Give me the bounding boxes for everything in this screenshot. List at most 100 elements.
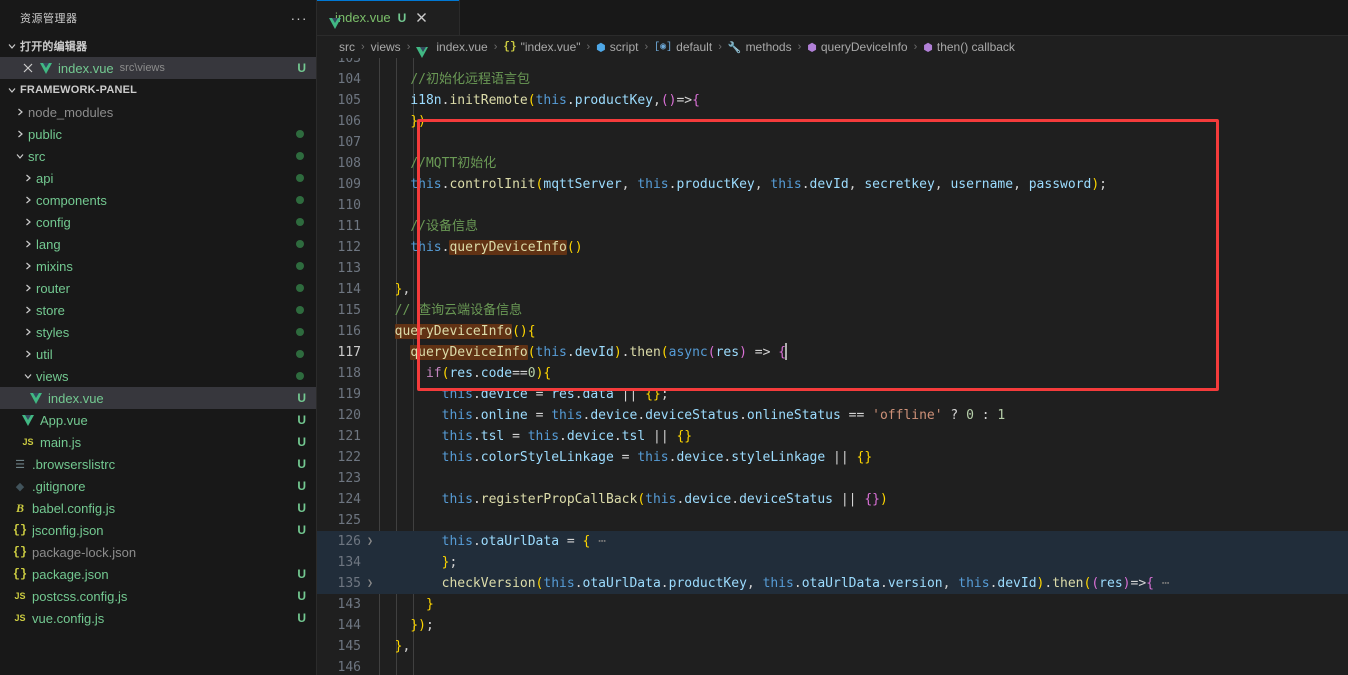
- code-line-116[interactable]: 116 queryDeviceInfo(){: [317, 321, 1348, 342]
- code-line-111[interactable]: 111 //设备信息: [317, 216, 1348, 237]
- code-line-122[interactable]: 122 this.colorStyleLinkage = this.device…: [317, 447, 1348, 468]
- tree-item-label: jsconfig.json: [32, 522, 104, 538]
- code-line-119[interactable]: 119 this.device = res.data || {};: [317, 384, 1348, 405]
- tree-item-vue-config-js[interactable]: JS vue.config.js U: [0, 607, 316, 629]
- code-line-104[interactable]: 104 //初始化远程语言包: [317, 69, 1348, 90]
- more-actions-icon[interactable]: ···: [288, 7, 310, 29]
- tree-item-store[interactable]: store: [0, 299, 316, 321]
- tree-item-public[interactable]: public: [0, 123, 316, 145]
- chevron-right-icon[interactable]: [20, 214, 36, 230]
- code-line-124[interactable]: 124 this.registerPropCallBack(this.devic…: [317, 489, 1348, 510]
- section-workspace[interactable]: FRAMEWORK-PANEL: [0, 79, 316, 101]
- breadcrumb-separator: ›: [913, 41, 918, 53]
- code-line-143[interactable]: 143 }: [317, 594, 1348, 615]
- tree-item-index-vue[interactable]: index.vue U: [0, 387, 316, 409]
- section-open-editors-label: 打开的编辑器: [20, 41, 88, 53]
- tree-item-browserslistrc[interactable]: ☰ .browserslistrc U: [0, 453, 316, 475]
- code-lines[interactable]: 103 104 //初始化远程语言包 105 i18n.initRemote(thi…: [317, 58, 1348, 675]
- code-line-114[interactable]: 114 },: [317, 279, 1348, 300]
- breadcrumb-item-src[interactable]: src: [339, 40, 355, 54]
- breadcrumb-item-views[interactable]: views: [371, 40, 401, 54]
- tree-item-package-json[interactable]: {} package.json U: [0, 563, 316, 585]
- chevron-right-icon[interactable]: [20, 192, 36, 208]
- tree-item-util[interactable]: util: [0, 343, 316, 365]
- tree-item-components[interactable]: components: [0, 189, 316, 211]
- breadcrumb-item-querydeviceinfo[interactable]: ⬢ queryDeviceInfo: [807, 40, 907, 54]
- code-line-105[interactable]: 105 i18n.initRemote(this.productKey,()=>…: [317, 90, 1348, 111]
- code-text: });: [410, 618, 434, 633]
- code-line-118[interactable]: 118 if(res.code==0){: [317, 363, 1348, 384]
- chevron-right-icon[interactable]: [20, 302, 36, 318]
- tree-item-src[interactable]: src: [0, 145, 316, 167]
- tree-item-styles[interactable]: styles: [0, 321, 316, 343]
- breadcrumb-item-methods[interactable]: 🔧 methods: [728, 40, 792, 54]
- breadcrumb-item-default[interactable]: [◉] default: [654, 40, 712, 54]
- chevron-down-icon[interactable]: [20, 368, 36, 384]
- open-editor-item-index-vue[interactable]: index.vue src\views U: [0, 57, 316, 79]
- tree-item-app-vue[interactable]: App.vue U: [0, 409, 316, 431]
- line-number: 126: [337, 534, 361, 549]
- code-line-120[interactable]: 120 this.online = this.device.deviceStat…: [317, 405, 1348, 426]
- breadcrumb-item-script[interactable]: ⬢ script: [596, 40, 638, 54]
- code-line-117[interactable]: 117 queryDeviceInfo(this.devId).then(asy…: [317, 342, 1348, 363]
- tree-item-label: views: [36, 368, 69, 384]
- tree-item-gitignore[interactable]: ◆ .gitignore U: [0, 475, 316, 497]
- code-line-121[interactable]: 121 this.tsl = this.device.tsl || {}: [317, 426, 1348, 447]
- line-number: 135: [337, 576, 361, 591]
- tree-item-node-modules[interactable]: node_modules: [0, 101, 316, 123]
- code-line-126[interactable]: 126 ❯ this.otaUrlData = { ⋯: [317, 531, 1348, 552]
- tree-item-postcss-config-js[interactable]: JS postcss.config.js U: [0, 585, 316, 607]
- tree-item-jsconfig-json[interactable]: {} jsconfig.json U: [0, 519, 316, 541]
- code-line-125[interactable]: 125: [317, 510, 1348, 531]
- code-line-107[interactable]: 107: [317, 132, 1348, 153]
- code-editor[interactable]: 103 104 //初始化远程语言包 105 i18n.initRemote(thi…: [317, 58, 1348, 675]
- code-line-145[interactable]: 145 },: [317, 636, 1348, 657]
- chevron-right-icon[interactable]: [20, 236, 36, 252]
- tree-item-lang[interactable]: lang: [0, 233, 316, 255]
- code-line-123[interactable]: 123: [317, 468, 1348, 489]
- code-line-103[interactable]: 103: [317, 58, 1348, 69]
- fold-chevron-icon[interactable]: ❯: [361, 531, 379, 552]
- folder-change-dot: [296, 196, 304, 204]
- tab-index-vue[interactable]: index.vue U: [317, 0, 460, 35]
- tree-item-package-lock-json[interactable]: {} package-lock.json: [0, 541, 316, 563]
- tree-item-main-js[interactable]: JS main.js U: [0, 431, 316, 453]
- breadcrumb-item-index-vue[interactable]: {} "index.vue": [503, 40, 580, 54]
- code-line-106[interactable]: 106 }): [317, 111, 1348, 132]
- chevron-down-icon[interactable]: [12, 148, 28, 164]
- tab-status-badge: U: [397, 10, 407, 25]
- code-line-110[interactable]: 110: [317, 195, 1348, 216]
- section-open-editors[interactable]: 打开的编辑器: [0, 35, 316, 57]
- code-line-135[interactable]: 135 ❯ checkVersion(this.otaUrlData.produc…: [317, 573, 1348, 594]
- code-line-144[interactable]: 144 });: [317, 615, 1348, 636]
- tree-item-api[interactable]: api: [0, 167, 316, 189]
- tree-item-router[interactable]: router: [0, 277, 316, 299]
- chevron-right-icon[interactable]: [12, 104, 28, 120]
- close-icon[interactable]: [20, 60, 36, 76]
- code-line-112[interactable]: 112 this.queryDeviceInfo(): [317, 237, 1348, 258]
- chevron-right-icon[interactable]: [20, 346, 36, 362]
- chevron-right-icon[interactable]: [20, 324, 36, 340]
- folder-change-dot: [296, 372, 304, 380]
- code-line-146[interactable]: 146: [317, 657, 1348, 675]
- code-text: },: [394, 282, 411, 297]
- chevron-right-icon[interactable]: [20, 280, 36, 296]
- code-line-134[interactable]: 134 };: [317, 552, 1348, 573]
- tree-item-views[interactable]: views: [0, 365, 316, 387]
- tree-item-mixins[interactable]: mixins: [0, 255, 316, 277]
- tree-item-babel-config-js[interactable]: Bbabel.config.js U: [0, 497, 316, 519]
- breadcrumb-item-index-vue[interactable]: index.vue: [416, 40, 487, 54]
- chevron-right-icon[interactable]: [20, 170, 36, 186]
- chevron-right-icon[interactable]: [20, 258, 36, 274]
- code-line-109[interactable]: 109 this.controlInit(mqttServer, this.pr…: [317, 174, 1348, 195]
- code-line-113[interactable]: 113: [317, 258, 1348, 279]
- fold-chevron-icon[interactable]: ❯: [361, 573, 379, 594]
- tree-item-config[interactable]: config: [0, 211, 316, 233]
- code-line-115[interactable]: 115 // 查询云端设备信息: [317, 300, 1348, 321]
- chevron-right-icon[interactable]: [12, 126, 28, 142]
- breadcrumb-item-then-callback[interactable]: ⬢ then() callback: [923, 40, 1015, 54]
- tab-close-icon[interactable]: [416, 12, 427, 23]
- vertical-scrollbar[interactable]: [1334, 58, 1348, 675]
- code-line-108[interactable]: 108 //MQTT初始化: [317, 153, 1348, 174]
- code-text: this.registerPropCallBack(this.device.de…: [441, 492, 888, 507]
